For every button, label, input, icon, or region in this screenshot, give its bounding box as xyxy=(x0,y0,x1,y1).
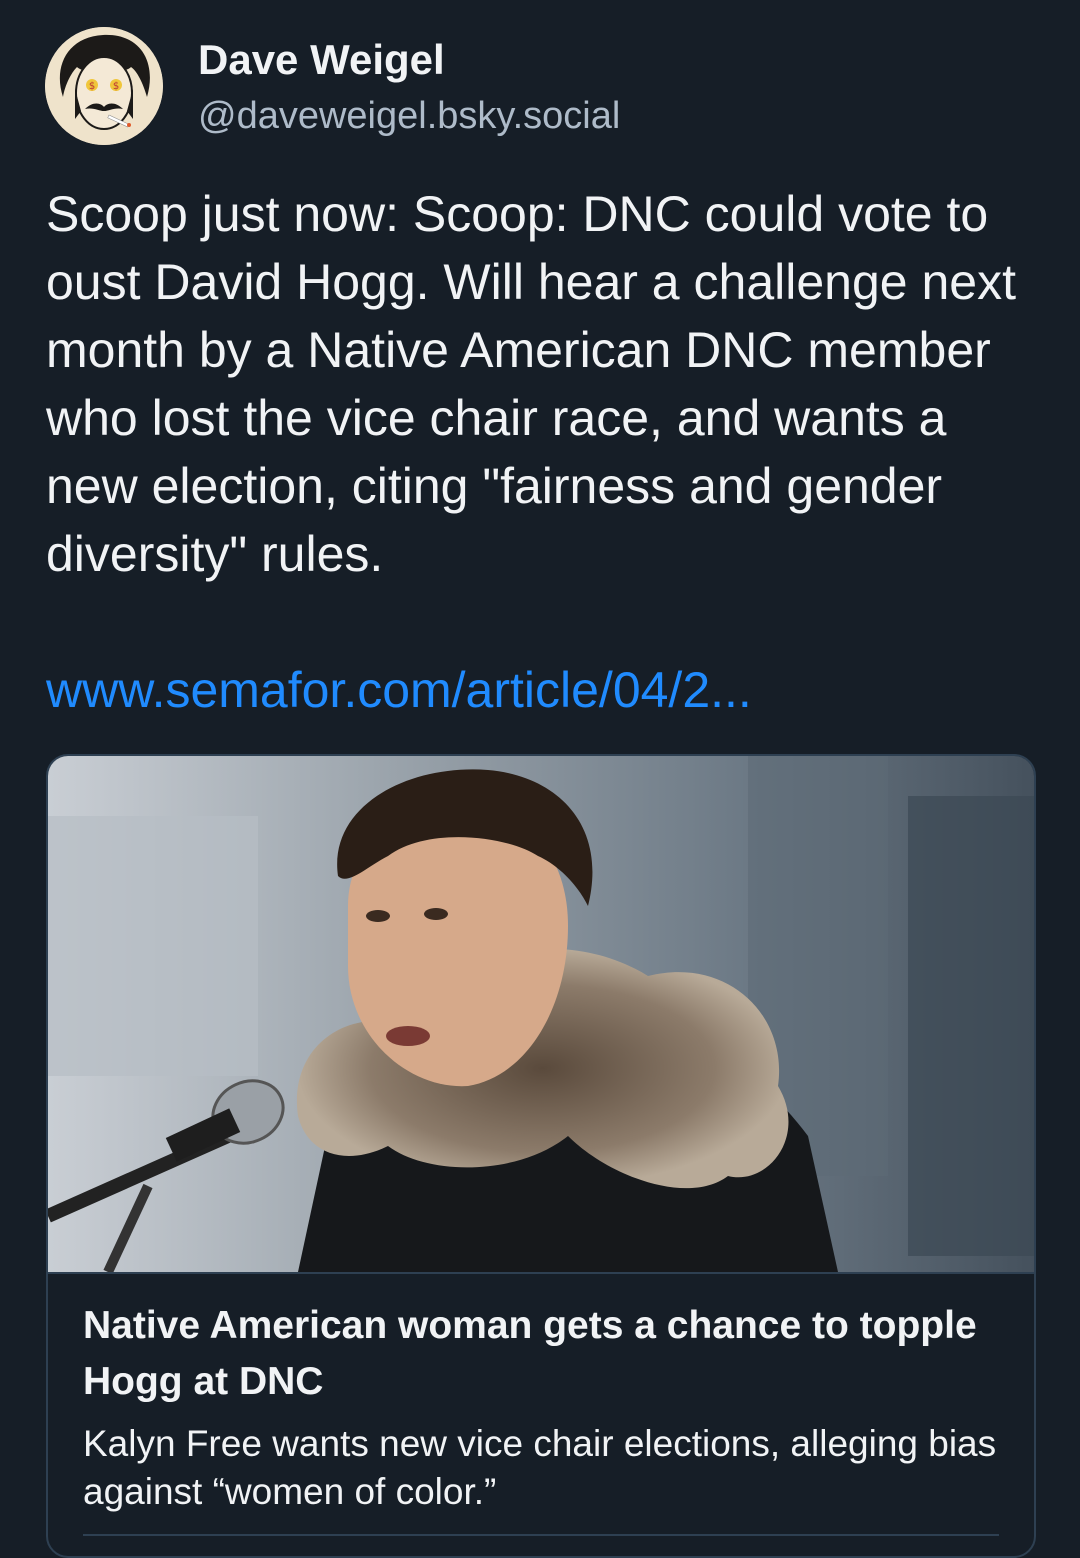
cartoon-avatar-icon: $ $ xyxy=(45,27,163,145)
card-footer-divider xyxy=(83,1534,999,1536)
link-card-title: Native American woman gets a chance to t… xyxy=(83,1304,977,1403)
svg-text:$: $ xyxy=(89,81,95,92)
svg-text:$: $ xyxy=(113,81,119,92)
author-avatar[interactable]: $ $ xyxy=(45,27,163,145)
link-preview-card[interactable]: Native American woman gets a chance to t… xyxy=(46,754,1036,1558)
post-link[interactable]: www.semafor.com/article/04/2... xyxy=(46,656,752,724)
link-card-description: Kalyn Free wants new vice chair election… xyxy=(83,1423,997,1512)
post-text: Scoop just now: Scoop: DNC could vote to… xyxy=(46,186,1016,582)
card-divider xyxy=(48,1272,1034,1274)
author-handle[interactable]: @daveweigel.bsky.social xyxy=(198,92,620,140)
post: $ $ Dave Weigel @daveweigel.bsky.social … xyxy=(0,0,1080,1558)
author-display-name[interactable]: Dave Weigel xyxy=(198,34,445,86)
link-preview-image xyxy=(48,756,1034,1272)
